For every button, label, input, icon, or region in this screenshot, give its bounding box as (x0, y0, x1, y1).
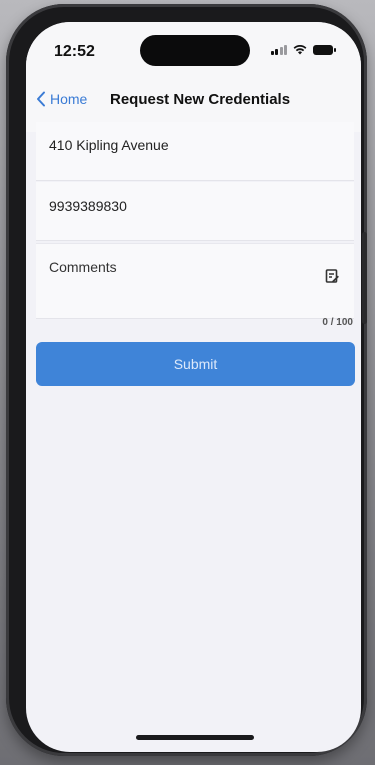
wifi-icon (293, 45, 307, 55)
page-title: Request New Credentials (110, 91, 291, 108)
side-button (362, 232, 367, 324)
address-field[interactable]: 410 Kipling Avenue (36, 122, 354, 181)
phone-frame: 12:52 Home Request New Credentials 410 K… (6, 4, 367, 756)
phone-field[interactable]: 9939389830 (36, 182, 354, 241)
comments-character-counter: 0 / 100 (322, 317, 353, 328)
home-indicator[interactable] (136, 735, 254, 740)
dynamic-island (140, 35, 250, 66)
status-icons (270, 44, 336, 55)
address-value: 410 Kipling Avenue (49, 137, 169, 153)
submit-button[interactable]: Submit (36, 342, 355, 386)
back-button[interactable]: Home (36, 91, 87, 107)
screen: 12:52 Home Request New Credentials 410 K… (26, 22, 361, 752)
status-time: 12:52 (54, 43, 95, 60)
phone-value: 9939389830 (49, 198, 127, 214)
cellular-signal-icon (270, 44, 287, 55)
comments-field[interactable]: Comments (36, 243, 354, 319)
navigation-bar: Home Request New Credentials (26, 77, 361, 121)
chevron-left-icon (37, 91, 45, 107)
battery-icon (313, 44, 336, 55)
back-label: Home (50, 91, 88, 107)
note-edit-icon[interactable] (324, 268, 340, 284)
comments-placeholder: Comments (49, 259, 117, 275)
